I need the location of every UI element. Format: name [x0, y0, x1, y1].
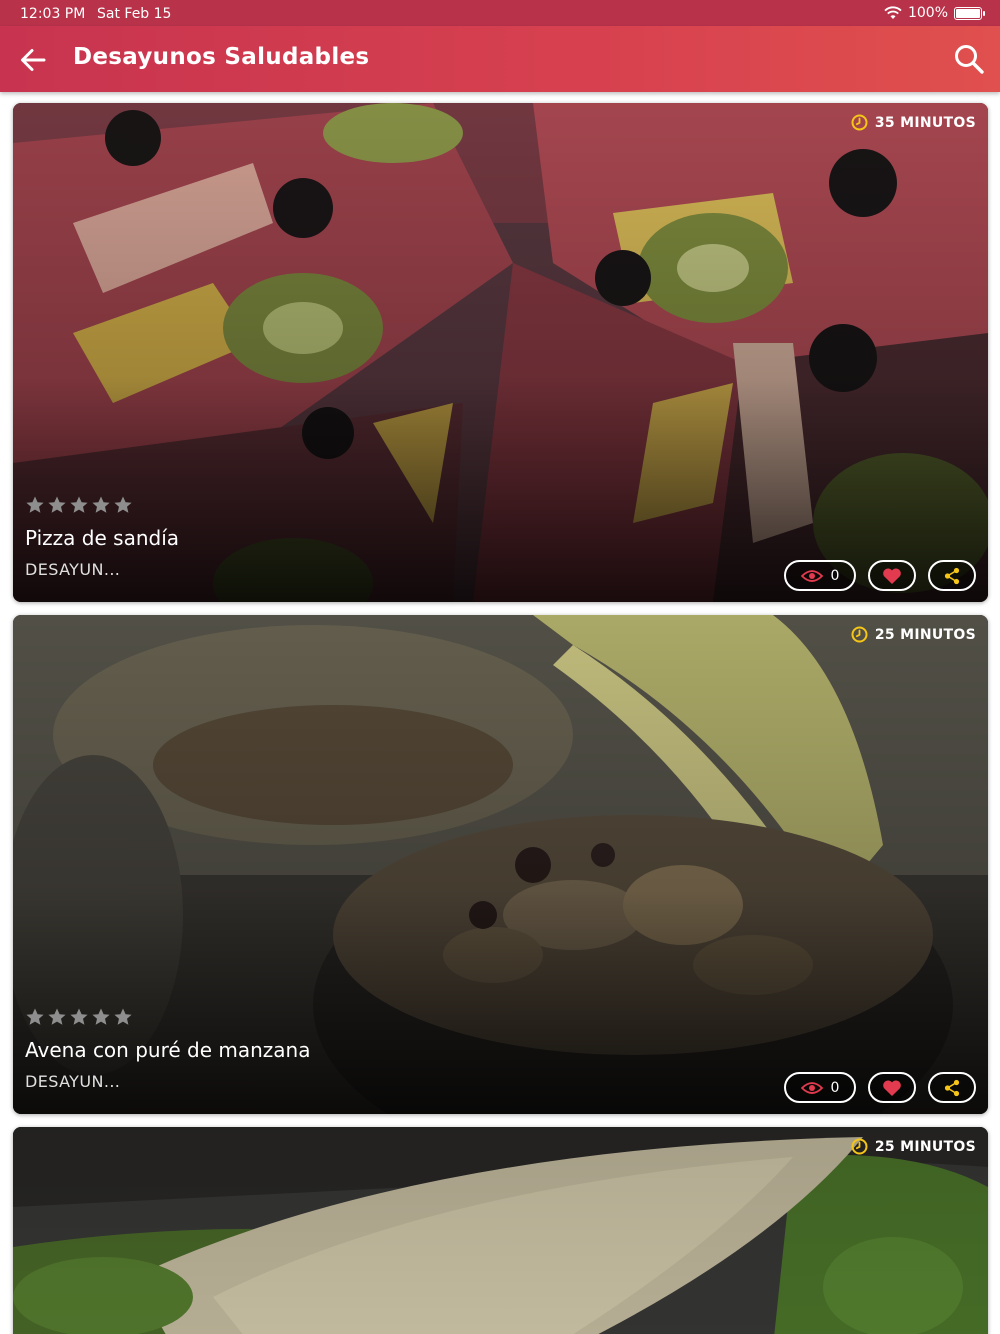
- clock-icon: [851, 626, 868, 643]
- card-actions: 0: [784, 560, 976, 591]
- star-icon: [114, 1008, 132, 1025]
- star-icon: [92, 496, 110, 513]
- battery-percent: 100%: [907, 5, 948, 21]
- star-icon: [26, 496, 44, 513]
- search-icon[interactable]: [952, 42, 986, 76]
- recipe-category: DESAYUN...: [25, 560, 121, 579]
- page-title: Desayunos Saludables: [73, 44, 370, 70]
- prep-time-label: 25 MINUTOS: [874, 626, 976, 643]
- views-count: 0: [830, 567, 840, 584]
- views-button[interactable]: 0: [784, 1072, 856, 1103]
- share-button[interactable]: [928, 1072, 976, 1103]
- prep-time: 25 MINUTOS: [851, 1138, 976, 1155]
- eye-icon: [800, 569, 823, 582]
- battery-icon: [954, 6, 985, 20]
- back-arrow-icon[interactable]: [16, 43, 50, 77]
- clock-icon: [851, 114, 868, 131]
- recipe-title: Avena con puré de manzana: [25, 1038, 311, 1062]
- share-icon: [944, 567, 960, 584]
- prep-time-label: 25 MINUTOS: [874, 1138, 976, 1155]
- prep-time: 35 MINUTOS: [851, 114, 976, 131]
- clock-icon: [851, 1138, 868, 1155]
- recipe-title: Pizza de sandía: [25, 526, 180, 550]
- favorite-button[interactable]: [868, 560, 916, 591]
- status-bar: 12:03 PM Sat Feb 15 100%: [0, 0, 1000, 26]
- rating-stars: [25, 495, 133, 515]
- heart-icon: [883, 567, 901, 584]
- share-icon: [944, 1079, 960, 1096]
- status-date: Sat Feb 15: [97, 6, 172, 22]
- card-actions: 0: [784, 1072, 976, 1103]
- rating-stars: [25, 1007, 133, 1027]
- views-count: 0: [830, 1079, 840, 1096]
- heart-icon: [883, 1079, 901, 1096]
- photo-overlay: [13, 1127, 988, 1334]
- star-icon: [26, 1008, 44, 1025]
- recipe-card[interactable]: 35 MINUTOS Pizza de sandía DESAYUN... 0: [13, 103, 988, 602]
- share-button[interactable]: [928, 560, 976, 591]
- recipe-card[interactable]: 25 MINUTOS: [13, 1127, 988, 1334]
- prep-time: 25 MINUTOS: [851, 626, 976, 643]
- wifi-icon: [884, 6, 902, 19]
- views-button[interactable]: 0: [784, 560, 856, 591]
- star-icon: [114, 496, 132, 513]
- status-right: 100%: [884, 5, 985, 21]
- eye-icon: [800, 1081, 823, 1094]
- prep-time-label: 35 MINUTOS: [874, 114, 976, 131]
- app-bar: Desayunos Saludables: [0, 26, 1000, 92]
- star-icon: [48, 1008, 66, 1025]
- star-icon: [92, 1008, 110, 1025]
- star-icon: [70, 1008, 88, 1025]
- recipe-card[interactable]: 25 MINUTOS Avena con puré de manzana DES…: [13, 615, 988, 1114]
- star-icon: [48, 496, 66, 513]
- status-time: 12:03 PM: [20, 6, 86, 22]
- favorite-button[interactable]: [868, 1072, 916, 1103]
- recipe-category: DESAYUN...: [25, 1072, 121, 1091]
- star-icon: [70, 496, 88, 513]
